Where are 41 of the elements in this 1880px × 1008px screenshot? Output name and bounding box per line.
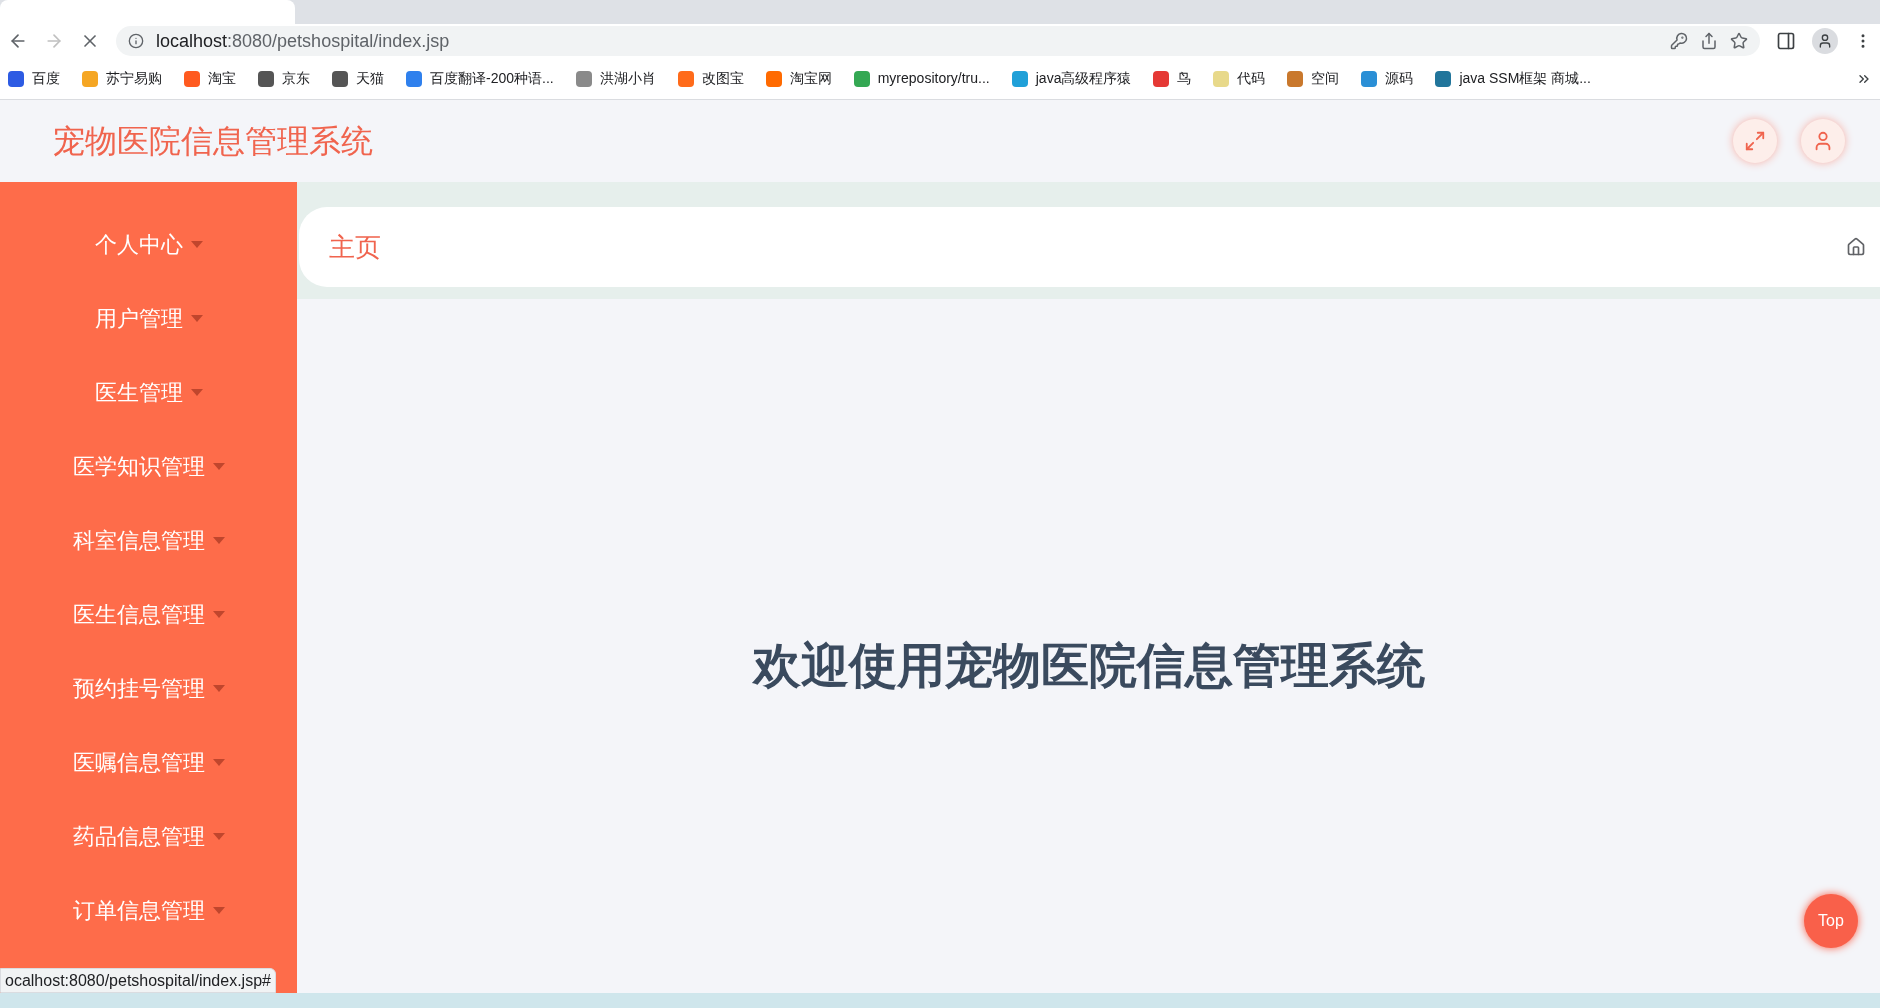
app-title: 宠物医院信息管理系统 bbox=[53, 122, 374, 161]
fullscreen-button[interactable] bbox=[1733, 119, 1777, 163]
bookmark-item[interactable]: 苏宁易购 bbox=[82, 68, 162, 89]
bookmark-item[interactable]: 百度翻译-200种语... bbox=[406, 68, 554, 89]
key-icon[interactable] bbox=[1670, 32, 1688, 50]
address-bar[interactable]: localhost:8080/petshospital/index.jsp bbox=[116, 26, 1760, 56]
caret-icon bbox=[212, 536, 225, 544]
star-icon[interactable] bbox=[1730, 32, 1748, 50]
caret-icon bbox=[212, 462, 225, 470]
bookmark-item[interactable]: 源码 bbox=[1361, 68, 1414, 89]
bookmark-item[interactable]: 鸟 bbox=[1153, 68, 1192, 89]
profile-icon[interactable] bbox=[1812, 28, 1838, 54]
caret-icon bbox=[212, 758, 225, 766]
bookmark-item[interactable]: 淘宝网 bbox=[765, 68, 832, 89]
bookmark-item[interactable]: 京东 bbox=[258, 68, 310, 89]
bookmark-item[interactable]: java SSM框架 商城... bbox=[1435, 68, 1591, 89]
status-tooltip: ocalhost:8080/petshospital/index.jsp# bbox=[0, 968, 276, 993]
caret-icon bbox=[190, 314, 203, 322]
info-icon[interactable] bbox=[128, 33, 144, 49]
caret-icon bbox=[212, 684, 225, 692]
bookmark-item[interactable]: 洪湖小肖 bbox=[575, 68, 656, 89]
bookmark-item[interactable]: 代码 bbox=[1213, 68, 1266, 89]
caret-icon bbox=[212, 610, 225, 618]
fullscreen-icon bbox=[1744, 130, 1766, 152]
caret-icon bbox=[212, 906, 225, 914]
share-icon[interactable] bbox=[1700, 32, 1718, 50]
bookmark-item[interactable]: myrepository/tru... bbox=[853, 68, 990, 89]
bookmark-item[interactable]: 天猫 bbox=[332, 68, 384, 89]
bookmark-item[interactable]: 百度 bbox=[8, 68, 60, 89]
user-button[interactable] bbox=[1801, 119, 1845, 163]
bookmark-item[interactable]: 空间 bbox=[1287, 68, 1340, 89]
bookmark-item[interactable]: java高级程序猿 bbox=[1011, 68, 1132, 89]
bookmark-item[interactable]: 改图宝 bbox=[677, 68, 744, 89]
home-icon[interactable] bbox=[1846, 237, 1866, 257]
side-panel-icon[interactable] bbox=[1776, 31, 1796, 51]
caret-icon bbox=[190, 240, 203, 248]
caret-icon bbox=[190, 388, 203, 396]
bookmark-item[interactable]: 淘宝 bbox=[184, 68, 236, 89]
url-text: localhost:8080/petshospital/index.jsp bbox=[156, 29, 451, 53]
welcome-heading: 欢迎使用宠物医院信息管理系统 bbox=[752, 638, 1425, 694]
caret-icon bbox=[212, 832, 225, 840]
